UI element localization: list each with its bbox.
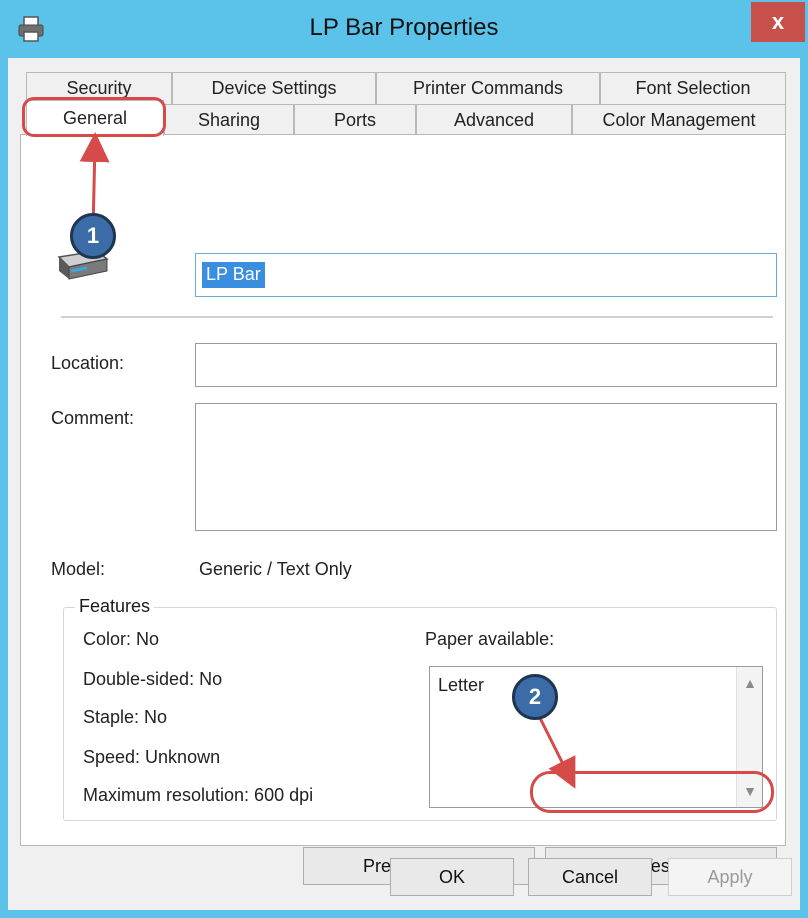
step-2-badge: 2: [512, 674, 558, 720]
step-1-badge: 1: [70, 213, 116, 259]
printer-properties-window: LP Bar Properties x Security Device Sett…: [0, 0, 808, 918]
arrow-to-print-test-page: [538, 717, 576, 789]
annotation-arrows: [79, 132, 576, 789]
